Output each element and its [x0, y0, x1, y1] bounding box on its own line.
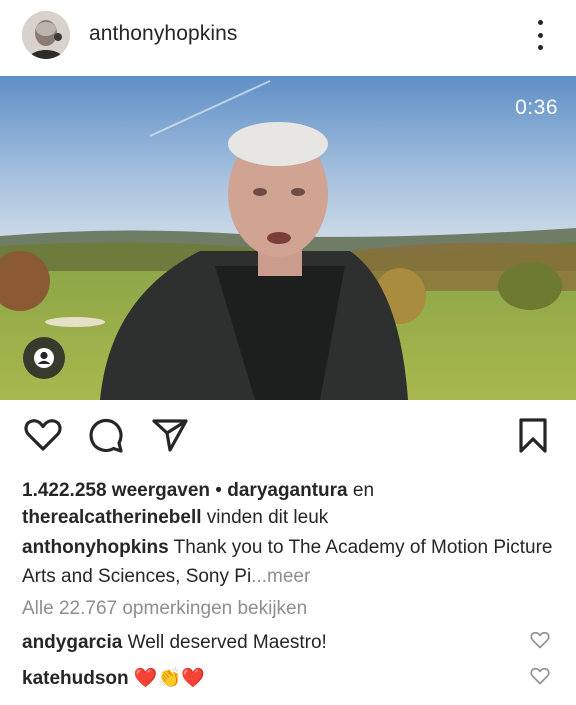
caption-more-link[interactable]: ...meer	[251, 566, 310, 587]
video-frame	[0, 76, 576, 400]
likes-and: en	[347, 480, 375, 501]
liker-username[interactable]: therealcatherinebell	[22, 507, 202, 528]
more-vertical-icon[interactable]	[534, 20, 546, 50]
bookmark-icon[interactable]	[518, 418, 548, 454]
view-count[interactable]: 1.422.258 weergaven	[22, 480, 210, 501]
heart-icon[interactable]	[24, 418, 62, 452]
liker-username[interactable]: daryagantura	[227, 480, 347, 501]
post-caption: anthonyhopkins Thank you to The Academy …	[22, 533, 557, 591]
likes-summary: 1.422.258 weergaven • daryagantura en th…	[22, 477, 562, 531]
comment-username[interactable]: andygarcia	[22, 632, 122, 653]
comment-row: katehudson ❤️👏❤️	[22, 666, 522, 692]
comment-row: andygarcia Well deserved Maestro!	[22, 630, 522, 656]
view-all-comments-link[interactable]: Alle 22.767 opmerkingen bekijken	[22, 598, 307, 620]
likes-separator: •	[210, 480, 228, 501]
post-username[interactable]: anthonyhopkins	[89, 22, 238, 46]
caption-username[interactable]: anthonyhopkins	[22, 537, 169, 558]
post-header: anthonyhopkins	[0, 0, 576, 76]
comment-heart-icon[interactable]	[530, 631, 550, 649]
avatar-photo	[22, 11, 70, 59]
likes-suffix: vinden dit leuk	[201, 507, 329, 528]
comment-text: ❤️👏❤️	[128, 668, 205, 689]
send-icon[interactable]	[152, 418, 188, 452]
action-bar	[0, 400, 576, 470]
comment-text: Well deserved Maestro!	[122, 632, 327, 653]
comment-heart-icon[interactable]	[530, 667, 550, 685]
comment-icon[interactable]	[88, 418, 124, 454]
post-video[interactable]: 0:36	[0, 76, 576, 400]
video-timer: 0:36	[515, 96, 558, 119]
avatar[interactable]	[22, 11, 70, 59]
user-icon[interactable]	[23, 337, 65, 379]
comment-username[interactable]: katehudson	[22, 668, 129, 689]
